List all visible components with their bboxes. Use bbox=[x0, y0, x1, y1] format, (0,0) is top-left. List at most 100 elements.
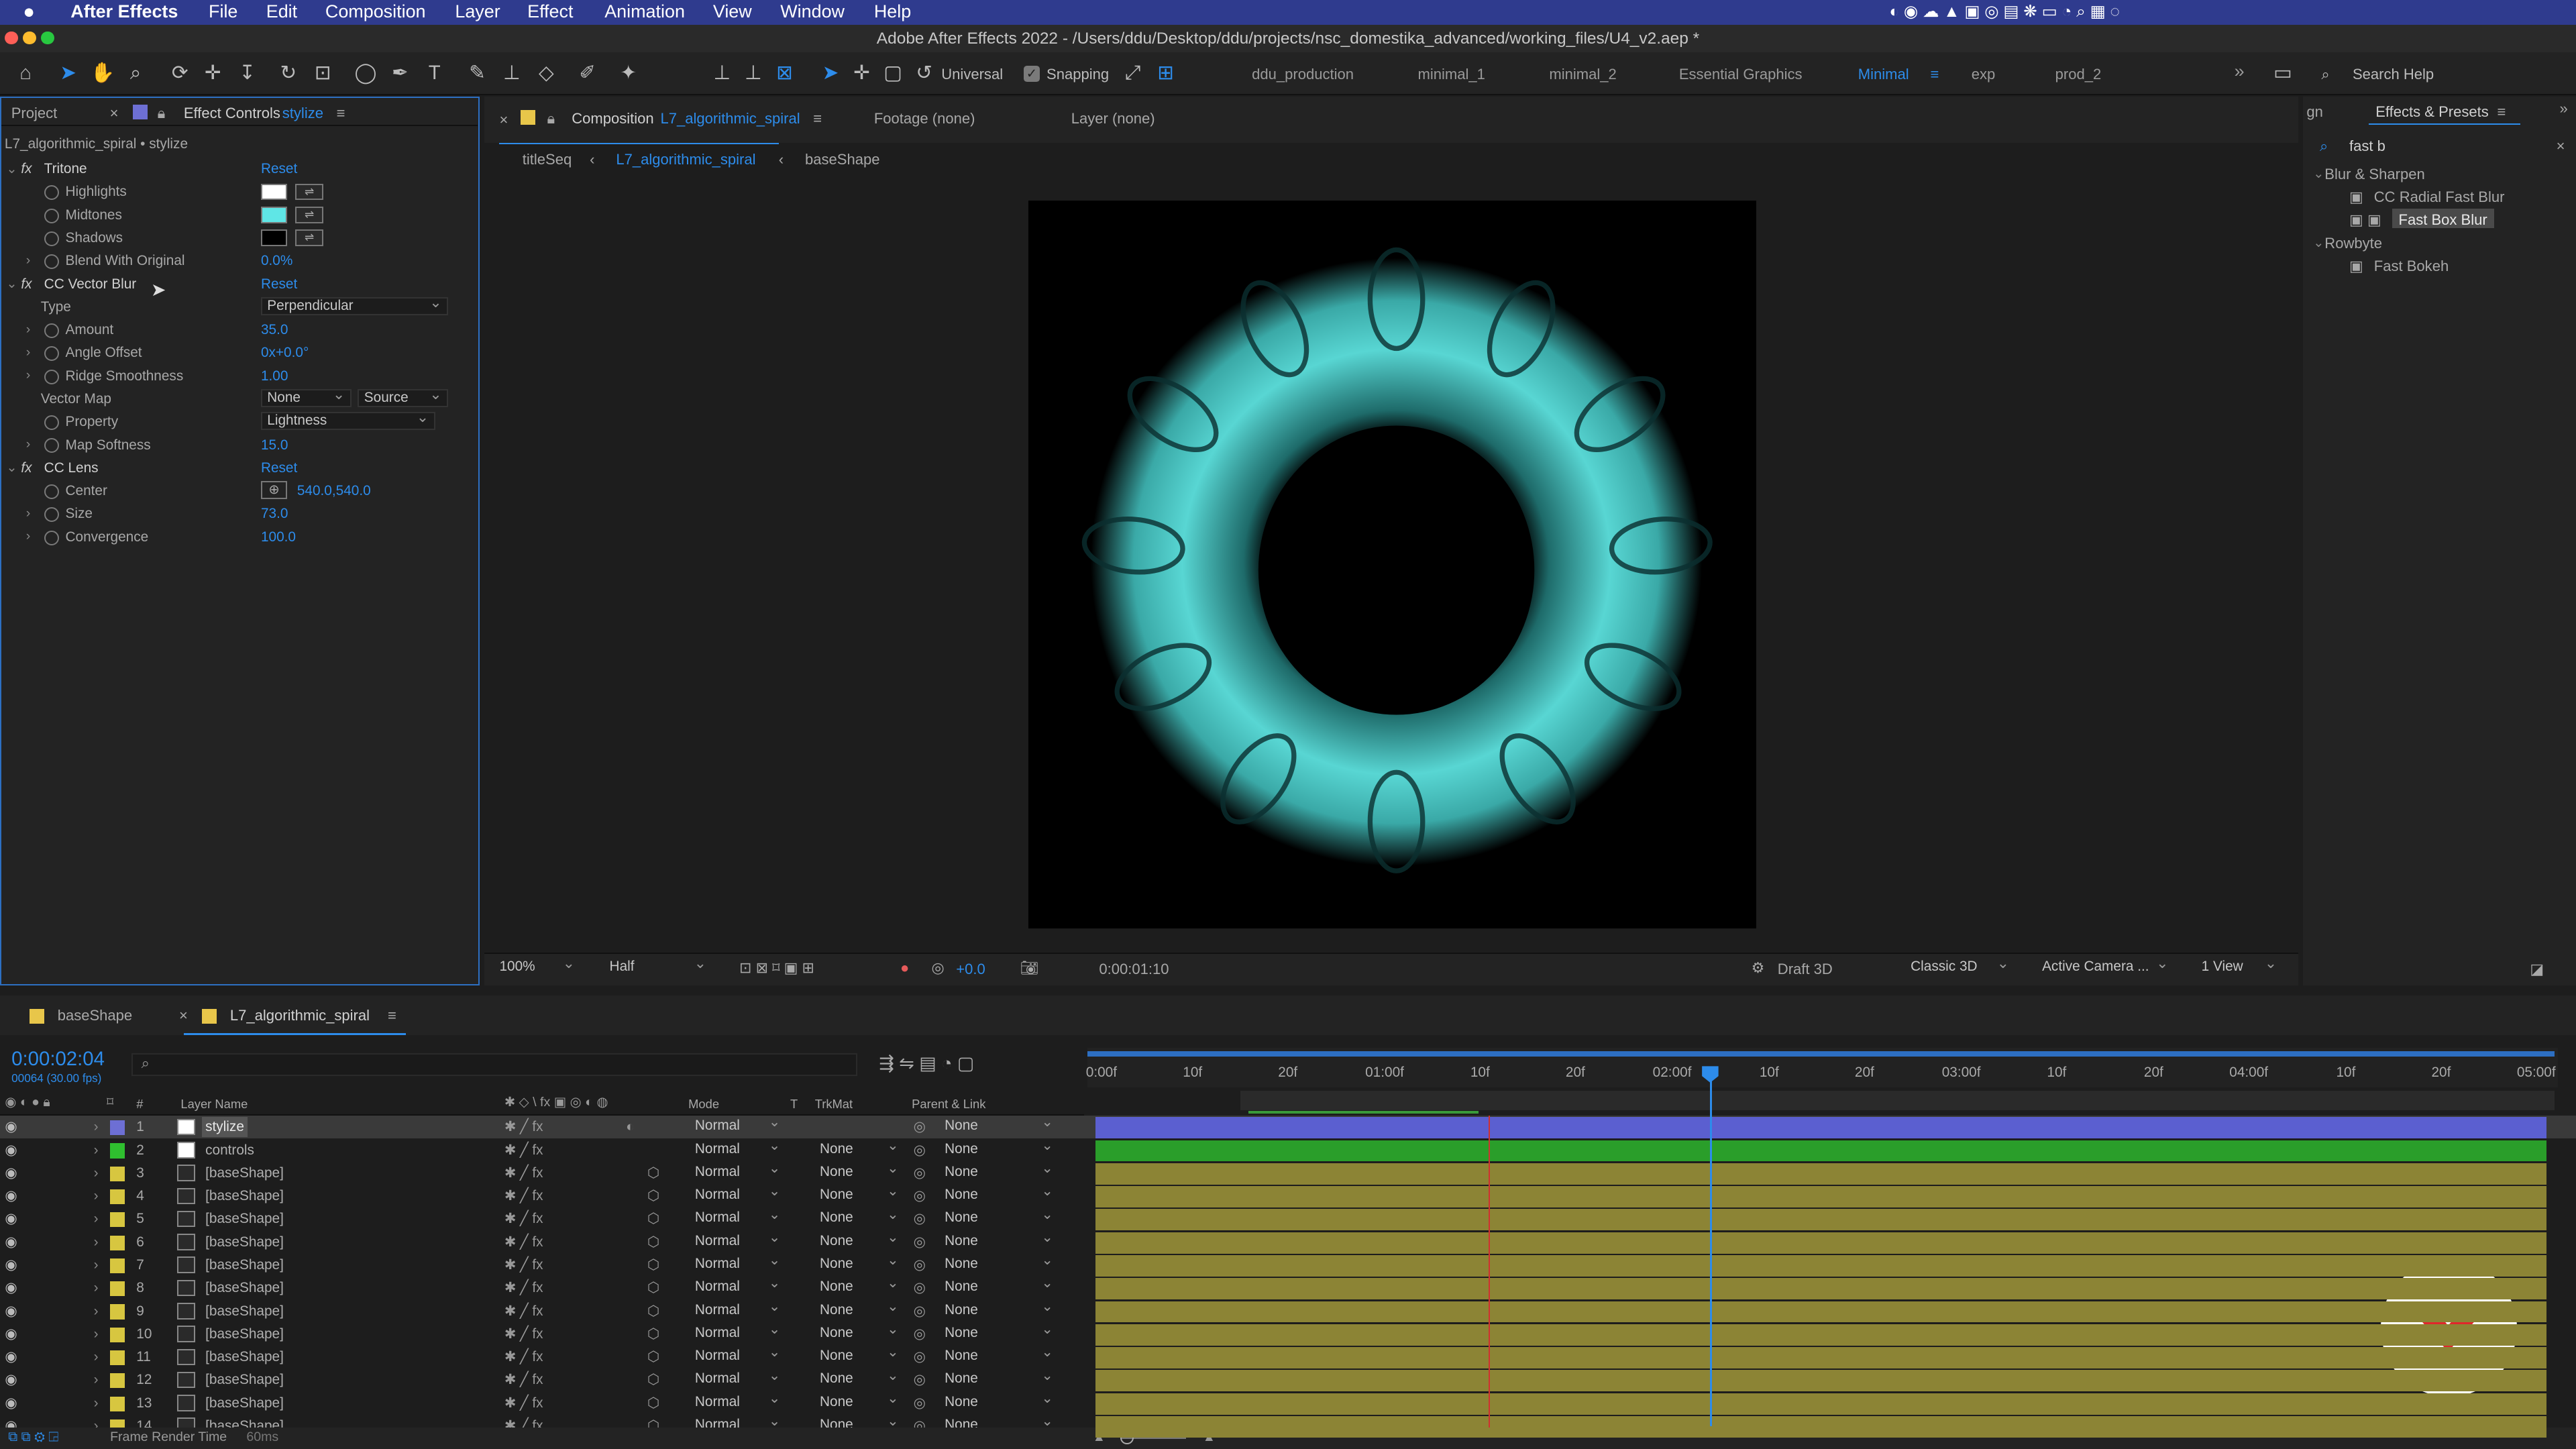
expand-chevron-icon[interactable]: › bbox=[26, 322, 31, 337]
stopwatch-icon[interactable] bbox=[44, 530, 59, 545]
lock-icon[interactable]: 🔒︎ bbox=[158, 103, 166, 123]
trkmat-dropdown[interactable]: None bbox=[820, 1321, 899, 1342]
expand-chevron-icon[interactable]: › bbox=[26, 437, 31, 452]
selection-tool-icon[interactable]: ➤ bbox=[56, 61, 80, 86]
switch-icons[interactable]: ✱ ╱ fx bbox=[504, 1393, 543, 1413]
eye-icon[interactable]: ◉ bbox=[5, 1278, 17, 1297]
menu-view[interactable]: View bbox=[713, 1, 752, 23]
layer-name[interactable]: [baseShape] bbox=[202, 1301, 287, 1321]
shadows-color-swatch[interactable] bbox=[260, 229, 288, 246]
blend-mode-dropdown[interactable]: Normal bbox=[695, 1183, 780, 1204]
new-folder-icon[interactable]: ◪ bbox=[2530, 959, 2544, 979]
menu-composition[interactable]: Composition bbox=[325, 1, 426, 23]
pickwhip-icon[interactable]: ◎ bbox=[914, 1278, 926, 1297]
switch-icons[interactable]: ✱ ╱ fx bbox=[504, 1301, 543, 1321]
resolution-dropdown[interactable]: Half bbox=[604, 956, 711, 977]
eye-icon[interactable]: ◉ bbox=[5, 1255, 17, 1275]
viewer-option-icons[interactable]: ⊡ ⊠ ⌑ ▣ ⊞ bbox=[739, 958, 814, 977]
layer-name[interactable]: controls bbox=[202, 1140, 258, 1160]
panel-menu-icon[interactable]: ≡ bbox=[388, 1006, 396, 1025]
layer-duration-bar[interactable] bbox=[1095, 1347, 2546, 1368]
snap-icon[interactable]: ⤢ bbox=[1120, 61, 1145, 86]
expand-chevron-icon[interactable]: › bbox=[94, 1324, 99, 1344]
tab-effect-controls[interactable]: Effect Controls bbox=[184, 103, 280, 123]
stopwatch-icon[interactable] bbox=[44, 185, 59, 201]
layer-name[interactable]: [baseShape] bbox=[202, 1186, 287, 1205]
orbit-tool-icon[interactable]: ⟳ bbox=[168, 61, 193, 86]
layer-name[interactable]: [baseShape] bbox=[202, 1232, 287, 1252]
collapse-chevron-icon[interactable]: ⌄ bbox=[6, 460, 17, 476]
parent-dropdown[interactable]: None bbox=[945, 1137, 1053, 1159]
stopwatch-icon[interactable] bbox=[44, 415, 59, 431]
overflow-chevron-icon[interactable]: » bbox=[2235, 61, 2245, 82]
3d-layer-icon[interactable]: ⬡ bbox=[647, 1232, 659, 1252]
layer-duration-bar[interactable] bbox=[1095, 1255, 2546, 1277]
group-blur-sharpen[interactable]: Blur & Sharpen bbox=[2324, 164, 2424, 184]
collapse-chevron-icon[interactable]: ⌄ bbox=[6, 161, 17, 177]
crumb-titleseq[interactable]: titleSeq bbox=[523, 150, 572, 169]
3d-layer-icon[interactable]: ⬡ bbox=[647, 1347, 659, 1366]
col-layer-name[interactable]: Layer Name bbox=[180, 1094, 248, 1114]
tab-cut-off[interactable]: gn bbox=[2306, 102, 2323, 121]
pickwhip-icon[interactable]: ◎ bbox=[914, 1393, 926, 1413]
blend-mode-dropdown[interactable]: Normal bbox=[695, 1137, 780, 1159]
roto-brush-icon[interactable]: ✐ bbox=[575, 61, 600, 86]
layer-name[interactable]: [baseShape] bbox=[202, 1370, 287, 1389]
effect-cc-lens-name[interactable]: CC Lens bbox=[44, 458, 99, 478]
3d-layer-icon[interactable]: ⬡ bbox=[647, 1186, 659, 1205]
eye-icon[interactable]: ◉ bbox=[5, 1324, 17, 1344]
av-switch-icons[interactable]: ◉ ◐ ● 🔒︎ bbox=[5, 1094, 50, 1110]
parent-dropdown[interactable]: None bbox=[945, 1321, 1053, 1342]
expand-chevron-icon[interactable]: › bbox=[26, 345, 31, 360]
blend-mode-dropdown[interactable]: Normal bbox=[695, 1160, 780, 1181]
timeline-tab-baseshape[interactable]: baseShape bbox=[58, 1006, 132, 1025]
layer-name[interactable]: stylize bbox=[202, 1117, 248, 1137]
switch-icons[interactable]: ✱ ╱ fx bbox=[504, 1163, 543, 1183]
trkmat-dropdown[interactable]: None bbox=[820, 1183, 899, 1204]
menu-effect[interactable]: Effect bbox=[527, 1, 573, 23]
layer-duration-bar[interactable] bbox=[1095, 1232, 2546, 1254]
layer-duration-bar[interactable] bbox=[1095, 1416, 2546, 1438]
collapse-chevron-icon[interactable]: ⌄ bbox=[6, 276, 17, 292]
parent-dropdown[interactable]: None bbox=[945, 1275, 1053, 1296]
workspace-exp[interactable]: exp bbox=[1972, 66, 1996, 83]
expand-chevron-icon[interactable]: › bbox=[94, 1255, 99, 1275]
pickwhip-icon[interactable]: ◎ bbox=[914, 1255, 926, 1275]
switch-icons[interactable]: ✱ ╱ fx bbox=[504, 1370, 543, 1389]
menu-window[interactable]: Window bbox=[780, 1, 845, 23]
view-layout-dropdown[interactable]: 1 View bbox=[2196, 956, 2282, 977]
trkmat-dropdown[interactable]: None bbox=[820, 1298, 899, 1320]
label-color-swatch[interactable] bbox=[110, 1143, 125, 1159]
label-color-swatch[interactable] bbox=[110, 1189, 125, 1205]
current-time[interactable]: 0:00:02:04 bbox=[11, 1048, 105, 1071]
footer-toggle-icons[interactable]: ⧉ ⧉ ⚙ ◲ bbox=[8, 1430, 58, 1445]
amount-value[interactable]: 35.0 bbox=[261, 320, 288, 339]
snapshot-icon[interactable]: 📷︎ bbox=[1020, 958, 1039, 977]
3d-layer-icon[interactable]: ⬡ bbox=[647, 1255, 659, 1275]
tab-project[interactable]: Project bbox=[11, 103, 58, 123]
eye-icon[interactable]: ◉ bbox=[5, 1163, 17, 1183]
eye-icon[interactable]: ◉ bbox=[5, 1140, 17, 1160]
layer-duration-bar[interactable] bbox=[1095, 1278, 2546, 1300]
layer-duration-bar[interactable] bbox=[1095, 1140, 2546, 1162]
stopwatch-icon[interactable] bbox=[44, 231, 59, 246]
anchor-tool-icon[interactable]: ⊡ bbox=[311, 61, 335, 86]
local-axis-icon[interactable]: ⊥ bbox=[710, 61, 735, 86]
3d-layer-icon[interactable]: ⬡ bbox=[647, 1324, 659, 1344]
expand-chevron-icon[interactable]: › bbox=[94, 1117, 99, 1136]
highlights-color-swatch[interactable] bbox=[260, 183, 288, 201]
work-area-bar[interactable] bbox=[1087, 1051, 2555, 1057]
pan-tool-icon[interactable]: ✛ bbox=[201, 61, 225, 86]
3d-layer-icon[interactable]: ⬡ bbox=[647, 1278, 659, 1297]
layer-duration-bar[interactable] bbox=[1095, 1324, 2546, 1346]
panel-menu-icon[interactable]: ≡ bbox=[337, 103, 345, 123]
hand-tool-icon[interactable]: ✋ bbox=[91, 61, 115, 86]
expand-chevron-icon[interactable]: › bbox=[94, 1209, 99, 1228]
crumb-l7-algorithmic-spiral[interactable]: L7_algorithmic_spiral bbox=[616, 150, 755, 169]
switch-icons[interactable]: ✱ ╱ fx bbox=[504, 1347, 543, 1366]
snap-grid-icon[interactable]: ⊞ bbox=[1153, 61, 1178, 86]
pickwhip-icon[interactable]: ◎ bbox=[914, 1232, 926, 1252]
dolly-tool-icon[interactable]: ↧ bbox=[235, 61, 260, 86]
eraser-tool-icon[interactable]: ◇ bbox=[534, 61, 559, 86]
current-time-display[interactable]: 0:00:01:10 bbox=[1099, 959, 1169, 979]
